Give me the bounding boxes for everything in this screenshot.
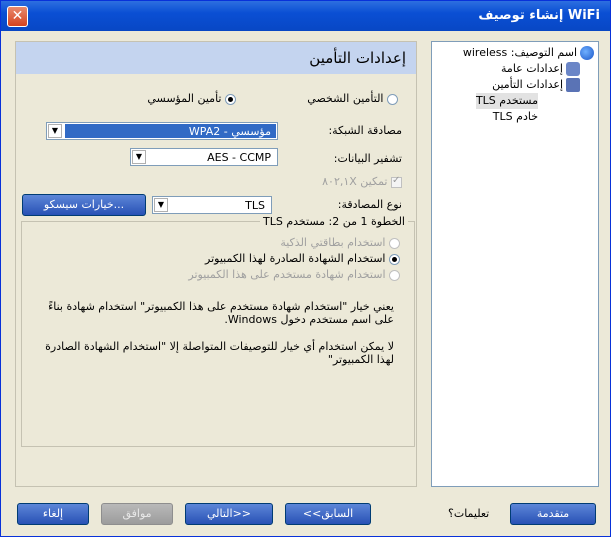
issued-cert-option[interactable]: استخدام الشهادة الصادرة لهذا الكمبيوتر	[205, 252, 400, 265]
enterprise-security-label: تأمين المؤسسي	[147, 92, 222, 105]
smartcard-radio[interactable]	[389, 237, 400, 249]
wifi-profile-window: إنشاء توصيف WiFi ✕ اسم التوصيف: wireless…	[0, 0, 611, 537]
enable-8021x-checkbox[interactable]	[391, 175, 402, 188]
personal-security-option[interactable]: التأمين الشخصي	[307, 92, 398, 105]
title-bar: إنشاء توصيف WiFi ✕	[1, 1, 610, 31]
auth-type-select[interactable]: ▼ TLS	[152, 196, 272, 214]
tree-item-tls-server[interactable]: خادم TLS	[493, 109, 538, 125]
tree-item-security-settings[interactable]: إعدادات التأمين	[492, 77, 580, 93]
personal-security-label: التأمين الشخصي	[307, 92, 384, 105]
issued-cert-label: استخدام الشهادة الصادرة لهذا الكمبيوتر	[205, 252, 386, 265]
tree-item-label: اسم التوصيف: wireless	[462, 46, 577, 59]
tree-item-label: مستخدم TLS	[475, 93, 538, 109]
personal-security-radio[interactable]	[387, 93, 398, 105]
panel-header: إعدادات التأمين	[16, 42, 416, 74]
tls-user-step-group: الخطوة 1 من 2: مستخدم TLS استخدام بطاقتي…	[21, 215, 415, 447]
enterprise-security-option[interactable]: تأمين المؤسسي	[147, 92, 236, 105]
auth-type-label: نوع المصادقة:	[337, 198, 402, 211]
back-button[interactable]: <<السابق	[285, 503, 371, 525]
persistent-profile-note: لا يمكن استخدام أي خيار للتوصيفات المتوا…	[45, 340, 394, 366]
cisco-options-button[interactable]: خيارات سيسكو...	[22, 194, 146, 216]
tree-item-profile-name[interactable]: اسم التوصيف: wireless	[463, 45, 594, 61]
user-cert-option[interactable]: استخدام شهادة مستخدم على هذا الكمبيوتر	[188, 268, 400, 281]
chevron-down-icon[interactable]: ▼	[48, 124, 62, 138]
group-title: الخطوة 1 من 2: مستخدم TLS	[259, 215, 408, 228]
close-button[interactable]: ✕	[7, 6, 28, 27]
tree-item-tls-user[interactable]: مستخدم TLS	[475, 93, 538, 109]
profile-tree: اسم التوصيف: wireless إعدادات عامة إعداد…	[431, 41, 599, 487]
chevron-down-icon[interactable]: ▼	[154, 198, 168, 212]
enterprise-security-radio[interactable]	[225, 93, 236, 105]
enable-8021x-label: تمكين ٨٠٢,١X	[322, 175, 388, 188]
ok-button[interactable]: موافق	[101, 503, 173, 525]
issued-cert-radio[interactable]	[389, 253, 400, 265]
lock-icon	[566, 78, 580, 92]
users-icon	[566, 62, 580, 76]
window-title: إنشاء توصيف WiFi	[478, 8, 600, 23]
tree-item-label: إعدادات التأمين	[492, 78, 563, 91]
user-cert-label: استخدام شهادة مستخدم على هذا الكمبيوتر	[188, 268, 386, 281]
page-title: إعدادات التأمين	[309, 49, 406, 67]
chevron-down-icon[interactable]: ▼	[132, 150, 146, 164]
cancel-button[interactable]: إلغاء	[17, 503, 89, 525]
smartcard-label: استخدام بطاقتي الذكية	[280, 236, 386, 249]
smartcard-option[interactable]: استخدام بطاقتي الذكية	[280, 236, 400, 249]
tree-item-label: إعدادات عامة	[501, 62, 563, 75]
globe-icon	[580, 46, 594, 60]
data-encryption-label: تشفير البيانات:	[333, 152, 402, 165]
enable-8021x-option[interactable]: تمكين ٨٠٢,١X	[322, 175, 402, 188]
network-auth-select[interactable]: ▼ WPA2 - مؤسسي	[46, 122, 278, 140]
tree-item-general-settings[interactable]: إعدادات عامة	[501, 61, 580, 77]
tree-item-label: خادم TLS	[492, 110, 538, 123]
data-encryption-select[interactable]: ▼ AES - CCMP	[130, 148, 278, 166]
user-cert-radio[interactable]	[389, 269, 400, 281]
user-cert-description: يعني خيار "استخدام شهادة مستخدم على هذا …	[48, 300, 394, 326]
next-button[interactable]: التالي>>	[185, 503, 273, 525]
advanced-button[interactable]: متقدمة	[510, 503, 596, 525]
network-auth-label: مصادقة الشبكة:	[328, 124, 402, 137]
help-link[interactable]: تعليمات؟	[448, 507, 489, 520]
